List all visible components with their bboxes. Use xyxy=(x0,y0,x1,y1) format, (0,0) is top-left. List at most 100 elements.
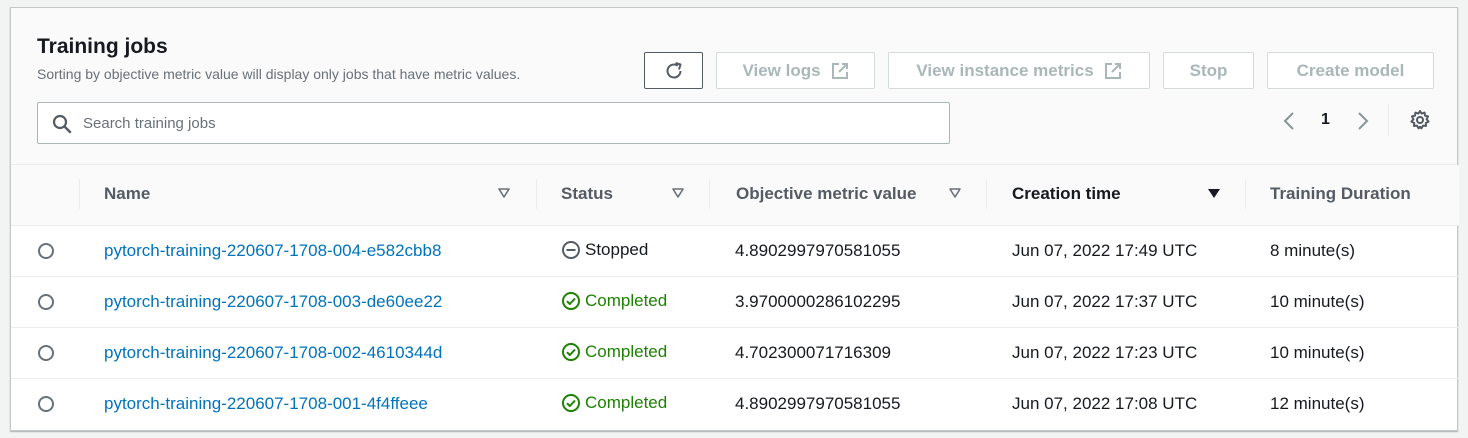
table-row[interactable]: pytorch-training-220607-1708-002-4610344… xyxy=(11,327,1459,378)
creation-time-value: Jun 07, 2022 17:49 UTC xyxy=(1012,240,1198,260)
view-instance-metrics-label: View instance metrics xyxy=(916,60,1094,80)
external-link-icon xyxy=(831,62,849,80)
status-indicator: Completed xyxy=(561,393,667,413)
check-circle-icon xyxy=(562,393,580,412)
training-jobs-panel: Training jobs Sorting by objective metri… xyxy=(10,7,1459,431)
column-header-training-duration[interactable]: Training Duration xyxy=(1245,165,1459,225)
table-row[interactable]: pytorch-training-220607-1708-004-e582cbb… xyxy=(11,225,1459,276)
training-duration-value: 10 minute(s) xyxy=(1270,342,1365,362)
stopped-icon xyxy=(562,240,580,259)
column-label-objective-metric: Objective metric value xyxy=(736,184,917,203)
creation-time-cell: Jun 07, 2022 17:23 UTC xyxy=(986,327,1245,378)
row-select-radio[interactable] xyxy=(38,395,54,412)
training-duration-value: 12 minute(s) xyxy=(1270,393,1365,413)
column-label-training-duration: Training Duration xyxy=(1270,184,1411,203)
table-header-row: Name Status Objective metric value Creat… xyxy=(11,165,1459,225)
objective-metric-value: 3.9700000286102295 xyxy=(735,291,901,311)
column-separator xyxy=(709,179,710,209)
status-label: Completed xyxy=(585,392,668,412)
page-subtitle: Sorting by objective metric value will d… xyxy=(37,66,521,82)
column-separator xyxy=(1245,179,1246,209)
pager-divider xyxy=(1388,104,1389,136)
column-label-status: Status xyxy=(561,184,613,203)
caret-down-outline-icon[interactable] xyxy=(948,187,962,199)
job-name-link[interactable]: pytorch-training-220607-1708-004-e582cbb… xyxy=(104,241,441,261)
training-duration-value: 8 minute(s) xyxy=(1270,240,1356,260)
panel-header: Training jobs Sorting by objective metri… xyxy=(11,8,1457,165)
check-circle-icon xyxy=(562,342,580,361)
status-label: Completed xyxy=(585,341,668,361)
caret-down-outline-icon[interactable] xyxy=(497,187,511,199)
refresh-icon xyxy=(666,61,681,78)
creation-time-cell: Jun 07, 2022 17:49 UTC xyxy=(986,225,1245,276)
chevron-left-icon[interactable] xyxy=(1281,110,1297,132)
view-logs-label: View logs xyxy=(742,60,821,80)
column-separator xyxy=(79,179,80,209)
creation-time-cell: Jun 07, 2022 17:37 UTC xyxy=(986,276,1245,327)
refresh-button[interactable] xyxy=(644,52,703,89)
status-label: Completed xyxy=(585,290,668,310)
caret-down-filled-icon[interactable] xyxy=(1207,187,1221,199)
column-header-name[interactable]: Name xyxy=(79,165,536,225)
row-select-radio[interactable] xyxy=(38,293,54,310)
search-input[interactable] xyxy=(83,109,933,137)
caret-down-outline-icon[interactable] xyxy=(671,187,685,199)
metric-cell: 4.8902997970581055 xyxy=(709,225,986,276)
status-cell: Completed xyxy=(536,378,709,429)
chevron-right-icon[interactable] xyxy=(1355,110,1371,132)
column-separator xyxy=(986,179,987,209)
status-indicator: Stopped xyxy=(561,240,648,260)
search-icon xyxy=(52,114,72,134)
column-label-creation-time: Creation time xyxy=(1012,184,1121,203)
gear-icon[interactable] xyxy=(1409,109,1431,131)
objective-metric-value: 4.702300071716309 xyxy=(735,342,891,362)
column-header-objective-metric[interactable]: Objective metric value xyxy=(709,165,986,225)
stop-button[interactable]: Stop xyxy=(1163,52,1254,89)
row-select-radio[interactable] xyxy=(38,344,54,361)
job-name-link[interactable]: pytorch-training-220607-1708-002-4610344… xyxy=(104,343,442,363)
status-indicator: Completed xyxy=(561,291,667,311)
page-title: Training jobs xyxy=(37,35,168,58)
create-model-button[interactable]: Create model xyxy=(1267,52,1434,89)
job-name-link[interactable]: pytorch-training-220607-1708-003-de60ee2… xyxy=(104,292,442,312)
creation-time-value: Jun 07, 2022 17:08 UTC xyxy=(1012,393,1198,413)
name-cell: pytorch-training-220607-1708-002-4610344… xyxy=(79,327,536,378)
select-cell xyxy=(11,378,79,429)
view-logs-button[interactable]: View logs xyxy=(716,52,875,89)
metric-cell: 3.9700000286102295 xyxy=(709,276,986,327)
duration-cell: 12 minute(s) xyxy=(1245,378,1459,429)
training-jobs-table: Name Status Objective metric value Creat… xyxy=(11,165,1459,429)
objective-metric-value: 4.8902997970581055 xyxy=(735,240,901,260)
search-field[interactable] xyxy=(37,102,950,144)
create-model-label: Create model xyxy=(1296,60,1405,80)
table-row[interactable]: pytorch-training-220607-1708-003-de60ee2… xyxy=(11,276,1459,327)
status-indicator: Completed xyxy=(561,342,667,362)
column-header-creation-time[interactable]: Creation time xyxy=(986,165,1245,225)
training-duration-value: 10 minute(s) xyxy=(1270,291,1365,311)
name-cell: pytorch-training-220607-1708-003-de60ee2… xyxy=(79,276,536,327)
metric-cell: 4.702300071716309 xyxy=(709,327,986,378)
column-separator xyxy=(536,179,537,209)
status-cell: Completed xyxy=(536,327,709,378)
creation-time-value: Jun 07, 2022 17:37 UTC xyxy=(1012,291,1198,311)
creation-time-cell: Jun 07, 2022 17:08 UTC xyxy=(986,378,1245,429)
objective-metric-value: 4.8902997970581055 xyxy=(735,393,901,413)
name-cell: pytorch-training-220607-1708-004-e582cbb… xyxy=(79,225,536,276)
table-row[interactable]: pytorch-training-220607-1708-001-4f4ffee… xyxy=(11,378,1459,429)
view-instance-metrics-button[interactable]: View instance metrics xyxy=(888,52,1150,89)
status-label: Stopped xyxy=(585,239,649,259)
job-name-link[interactable]: pytorch-training-220607-1708-001-4f4ffee… xyxy=(104,394,428,414)
select-cell xyxy=(11,327,79,378)
column-header-status[interactable]: Status xyxy=(536,165,709,225)
status-cell: Stopped xyxy=(536,225,709,276)
duration-cell: 10 minute(s) xyxy=(1245,327,1459,378)
stop-label: Stop xyxy=(1189,60,1228,80)
current-page-number[interactable]: 1 xyxy=(1321,111,1330,129)
metric-cell: 4.8902997970581055 xyxy=(709,378,986,429)
column-label-name: Name xyxy=(104,184,151,203)
creation-time-value: Jun 07, 2022 17:23 UTC xyxy=(1012,342,1198,362)
row-select-radio[interactable] xyxy=(38,242,54,259)
check-circle-icon xyxy=(562,291,580,310)
status-cell: Completed xyxy=(536,276,709,327)
duration-cell: 8 minute(s) xyxy=(1245,225,1459,276)
